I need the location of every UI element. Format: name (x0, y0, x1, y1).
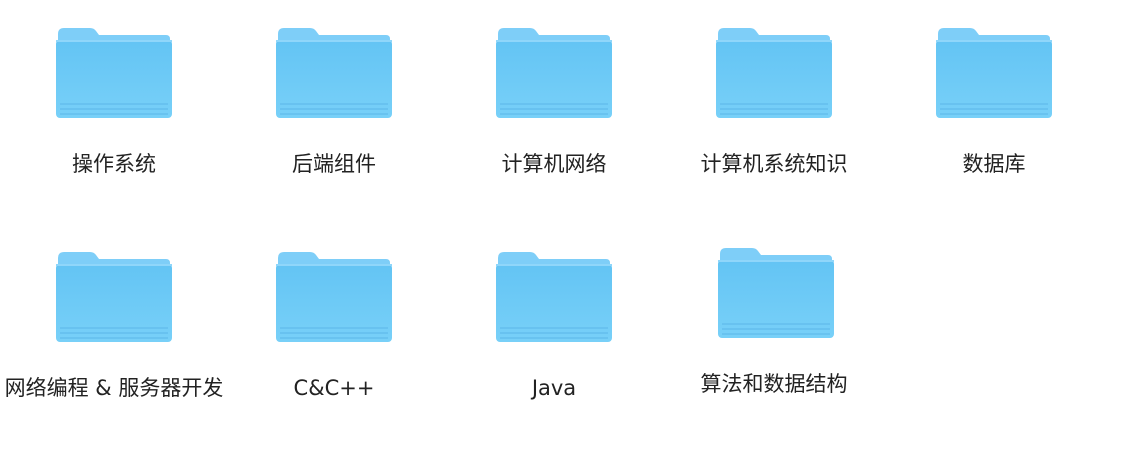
folder-item-network[interactable]: 计算机网络 (444, 20, 664, 190)
folder-label: 后端组件 (292, 152, 376, 176)
folder-item-backend[interactable]: 后端组件 (224, 20, 444, 190)
folder-label: C&C++ (293, 376, 375, 400)
folder-label: 计算机系统知识 (700, 152, 848, 176)
folder-icon (274, 24, 394, 120)
folder-label: 网络编程 & 服务器开发 (4, 376, 224, 400)
folder-icon (494, 248, 614, 344)
folder-item-algorithms[interactable]: 算法和数据结构 (664, 240, 884, 410)
folder-item-java[interactable]: Java (444, 244, 664, 414)
folder-item-os[interactable]: 操作系统 (4, 20, 224, 190)
folder-icon (716, 244, 836, 340)
folder-item-network-programming[interactable]: 网络编程 & 服务器开发 (4, 244, 224, 444)
folder-icon (934, 24, 1054, 120)
folder-icon (54, 24, 174, 120)
folder-icon (494, 24, 614, 120)
folder-label: 算法和数据结构 (700, 372, 848, 396)
folder-label: 数据库 (962, 152, 1026, 176)
folder-icon (54, 248, 174, 344)
folder-item-computer-systems[interactable]: 计算机系统知识 (664, 20, 884, 190)
folder-item-c-cpp[interactable]: C&C++ (224, 244, 444, 414)
folder-icon (274, 248, 394, 344)
folder-icon (714, 24, 834, 120)
folder-label: Java (531, 376, 577, 400)
folder-label: 操作系统 (72, 152, 156, 176)
folder-label: 计算机网络 (501, 152, 607, 176)
folder-item-database[interactable]: 数据库 (884, 20, 1104, 190)
